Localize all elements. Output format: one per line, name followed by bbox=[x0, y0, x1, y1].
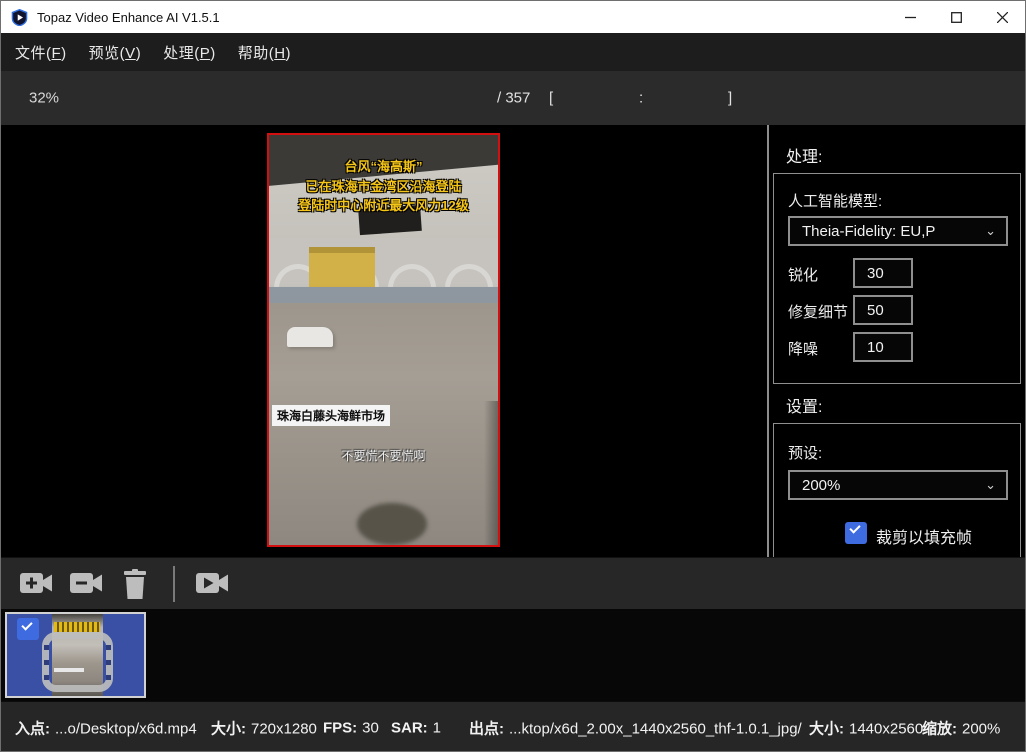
video-debris bbox=[357, 503, 427, 545]
thumbnail-headline-smudge bbox=[54, 622, 100, 632]
settings-section-title: 设置: bbox=[786, 393, 822, 417]
toolbar-divider bbox=[173, 566, 175, 602]
video-bridge bbox=[269, 238, 498, 290]
close-button[interactable] bbox=[979, 1, 1025, 33]
zoom-level-label: 32% bbox=[29, 90, 59, 107]
video-yellow-sign bbox=[309, 247, 375, 289]
status-scale: 缩放:200% bbox=[922, 717, 1000, 738]
ai-model-label: 人工智能模型: bbox=[788, 190, 882, 211]
sharpen-label: 锐化 bbox=[788, 264, 818, 285]
video-thumbnail[interactable] bbox=[5, 612, 146, 698]
status-in-point: 入点:...o/Desktop/x6d.mp4 bbox=[15, 717, 197, 738]
preset-label: 预设: bbox=[788, 442, 822, 463]
ai-model-dropdown[interactable]: Theia-Fidelity: EU,P ⌄ bbox=[788, 216, 1008, 246]
film-frame-icon bbox=[42, 632, 113, 692]
menu-help[interactable]: 帮助(H) bbox=[238, 42, 291, 63]
play-video-icon bbox=[195, 569, 229, 597]
menu-file[interactable]: 文件(F) bbox=[15, 42, 67, 63]
trim-open-bracket: [ bbox=[549, 90, 553, 107]
processing-section-title: 处理: bbox=[786, 143, 822, 167]
video-preview[interactable]: 台风“海高斯” 已在珠海市金湾区沿海登陆 登陆时中心附近最大风力12级 珠海白藤… bbox=[267, 133, 500, 547]
menu-bar: 文件(F) 预览(V) 处理(P) 帮助(H) bbox=[1, 33, 1025, 71]
menu-preview[interactable]: 预览(V) bbox=[89, 42, 142, 63]
denoise-input[interactable] bbox=[853, 332, 913, 362]
title-bar: Topaz Video Enhance AI V1.5.1 bbox=[1, 1, 1025, 33]
status-bar: 入点:...o/Desktop/x6d.mp4 大小:720x1280 FPS:… bbox=[1, 701, 1025, 752]
status-sar: SAR:1 bbox=[391, 719, 441, 736]
settings-panel: 处理: 人工智能模型: Theia-Fidelity: EU,P ⌄ 锐化 修复… bbox=[769, 125, 1025, 557]
status-out-point: 出点:...ktop/x6d_2.00x_1440x2560_thf-1.0.1… bbox=[469, 717, 802, 738]
app-window: Topaz Video Enhance AI V1.5.1 文件(F) 预览(V… bbox=[0, 0, 1026, 752]
preset-value: 200% bbox=[802, 477, 840, 494]
remove-video-button[interactable] bbox=[69, 569, 103, 602]
total-frames-label: / 357 bbox=[497, 90, 530, 107]
preset-dropdown[interactable]: 200% ⌄ bbox=[788, 470, 1008, 500]
denoise-label: 降噪 bbox=[788, 338, 818, 359]
window-title: Topaz Video Enhance AI V1.5.1 bbox=[37, 10, 220, 25]
checkmark-icon bbox=[849, 522, 860, 533]
trim-close-bracket: ] bbox=[728, 90, 732, 107]
menu-process[interactable]: 处理(P) bbox=[163, 42, 216, 63]
status-fps: FPS:30 bbox=[323, 719, 379, 736]
trim-colon: : bbox=[639, 90, 643, 107]
playback-toolbar: 32% / 357 [ : ] bbox=[1, 71, 1025, 125]
add-video-icon bbox=[19, 569, 53, 597]
chevron-down-icon: ⌄ bbox=[985, 223, 996, 239]
preset-group: 预设: 200% ⌄ 裁剪以填充帧 bbox=[773, 423, 1021, 557]
ai-model-value: Theia-Fidelity: EU,P bbox=[802, 223, 935, 240]
remove-video-icon bbox=[69, 569, 103, 597]
delete-button[interactable] bbox=[121, 569, 149, 604]
maximize-button[interactable] bbox=[933, 1, 979, 33]
video-caption: 不要慌不要慌啊 bbox=[269, 447, 498, 464]
checkmark-icon bbox=[21, 619, 32, 630]
add-video-button[interactable] bbox=[19, 569, 53, 602]
thumbnail-strip bbox=[1, 609, 1025, 701]
crop-to-fill-label: 裁剪以填充帧 bbox=[876, 524, 972, 548]
video-submerged-car bbox=[287, 327, 333, 347]
status-in-size: 大小:720x1280 bbox=[211, 717, 317, 738]
video-headline-text: 台风“海高斯” 已在珠海市金湾区沿海登陆 登陆时中心附近最大风力12级 bbox=[269, 157, 498, 216]
status-out-size: 大小:1440x2560 bbox=[809, 717, 923, 738]
main-area: 台风“海高斯” 已在珠海市金湾区沿海登陆 登陆时中心附近最大风力12级 珠海白藤… bbox=[1, 125, 1025, 557]
chevron-down-icon: ⌄ bbox=[985, 477, 996, 493]
restore-detail-label: 修复细节 bbox=[788, 301, 848, 322]
clip-toolbar bbox=[1, 557, 1025, 609]
video-location-label: 珠海白藤头海鲜市场 bbox=[272, 405, 390, 426]
process-video-button[interactable] bbox=[195, 569, 229, 602]
minimize-button[interactable] bbox=[887, 1, 933, 33]
ai-model-group: 人工智能模型: Theia-Fidelity: EU,P ⌄ 锐化 修复细节 降… bbox=[773, 173, 1021, 384]
app-logo-icon bbox=[11, 9, 28, 26]
thumbnail-checkbox[interactable] bbox=[17, 618, 39, 640]
crop-to-fill-checkbox[interactable] bbox=[845, 522, 867, 544]
trash-icon bbox=[121, 569, 149, 599]
restore-detail-input[interactable] bbox=[853, 295, 913, 325]
sharpen-input[interactable] bbox=[853, 258, 913, 288]
